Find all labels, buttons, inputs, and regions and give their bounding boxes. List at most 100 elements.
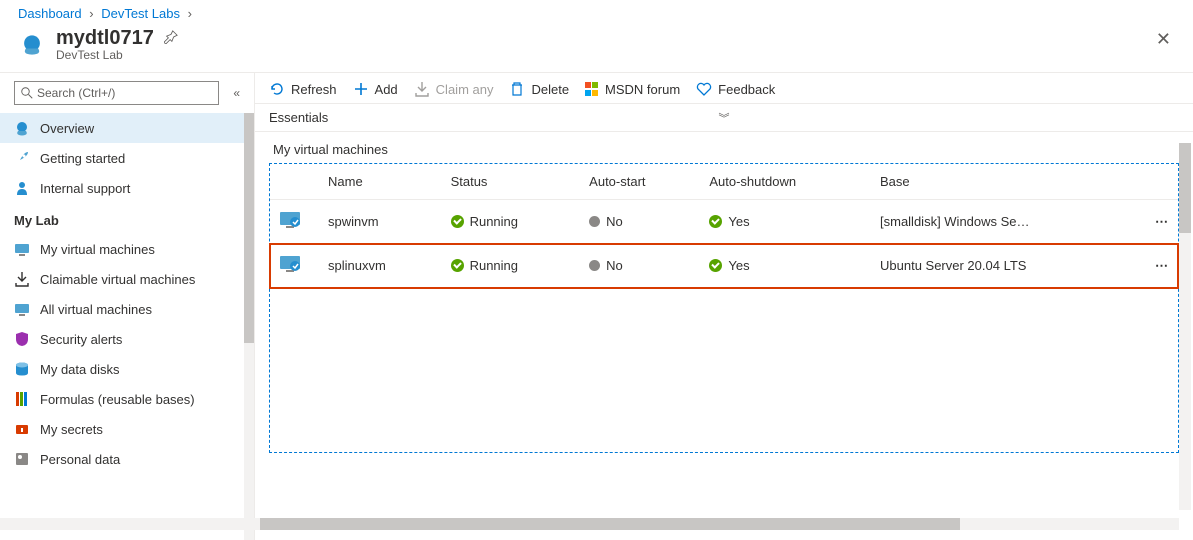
refresh-button[interactable]: Refresh [269, 81, 337, 97]
sidebar-item-overview[interactable]: Overview [0, 113, 254, 143]
sidebar-item-formulas[interactable]: Formulas (reusable bases) [0, 384, 254, 414]
essentials-bar[interactable]: Essentials ︾ [255, 103, 1193, 132]
refresh-icon [269, 81, 285, 97]
table-row[interactable]: splinuxvm Running No Yes Ubuntu Server 2… [270, 244, 1178, 288]
main-content: Refresh Add Claim any Delete MSDN forum [255, 73, 1193, 540]
chevron-right-icon: › [89, 6, 93, 21]
vm-table: Name Status Auto-start Auto-shutdown Bas… [270, 164, 1178, 288]
download-icon [14, 271, 30, 287]
feedback-button[interactable]: Feedback [696, 81, 775, 97]
status-dot-icon [589, 260, 600, 271]
page-subtitle: DevTest Lab [56, 48, 178, 62]
sidebar-item-label: My secrets [40, 422, 103, 437]
status-running-icon [451, 259, 464, 272]
close-icon[interactable]: ✕ [1156, 29, 1171, 50]
essentials-label: Essentials [269, 110, 328, 125]
search-placeholder: Search (Ctrl+/) [37, 86, 115, 100]
microsoft-logo-icon [585, 82, 599, 96]
support-icon [14, 180, 30, 196]
column-header[interactable]: Status [443, 164, 582, 200]
sidebar-item-label: My virtual machines [40, 242, 155, 257]
table-row[interactable]: spwinvm Running No Yes [smalldisk] Windo… [270, 200, 1178, 244]
breadcrumb-link[interactable]: Dashboard [18, 6, 82, 21]
sidebar-item-all-vms[interactable]: All virtual machines [0, 294, 254, 324]
download-icon [414, 81, 430, 97]
sidebar-item-personal-data[interactable]: Personal data [0, 444, 254, 474]
column-header[interactable]: Base [872, 164, 1147, 200]
sidebar-item-my-vms[interactable]: My virtual machines [0, 234, 254, 264]
claim-any-button: Claim any [414, 81, 494, 97]
sidebar-section-my-lab: My Lab [0, 203, 254, 234]
vm-name: splinuxvm [320, 244, 443, 288]
status-running-icon [451, 215, 464, 228]
sidebar-item-label: Personal data [40, 452, 120, 467]
sidebar-item-data-disks[interactable]: My data disks [0, 354, 254, 384]
column-header[interactable]: Name [320, 164, 443, 200]
overview-icon [14, 120, 30, 136]
add-button[interactable]: Add [353, 81, 398, 97]
vm-autoshutdown: Yes [728, 258, 749, 273]
sidebar-item-claimable-vms[interactable]: Claimable virtual machines [0, 264, 254, 294]
vm-autoshutdown: Yes [728, 214, 749, 229]
vm-table-container: Name Status Auto-start Auto-shutdown Bas… [269, 163, 1179, 453]
row-actions-button[interactable]: ⋯ [1147, 200, 1178, 244]
breadcrumb-link[interactable]: DevTest Labs [101, 6, 180, 21]
rocket-icon [14, 150, 30, 166]
toolbar-label: Delete [531, 82, 569, 97]
sidebar-item-label: Claimable virtual machines [40, 272, 195, 287]
sidebar-item-security-alerts[interactable]: Security alerts [0, 324, 254, 354]
chevron-right-icon: › [188, 6, 192, 21]
heart-icon [696, 81, 712, 97]
toolbar: Refresh Add Claim any Delete MSDN forum [255, 73, 1193, 103]
sidebar-item-internal-support[interactable]: Internal support [0, 173, 254, 203]
vm-status: Running [470, 258, 518, 273]
vm-base: [smalldisk] Windows Se… [872, 200, 1147, 244]
secret-icon [14, 421, 30, 437]
sidebar-item-getting-started[interactable]: Getting started [0, 143, 254, 173]
sidebar: Search (Ctrl+/) « Overview Getting start… [0, 73, 255, 540]
sidebar-item-label: Internal support [40, 181, 130, 196]
disk-icon [14, 361, 30, 377]
toolbar-label: Feedback [718, 82, 775, 97]
trash-icon [509, 81, 525, 97]
toolbar-label: Add [375, 82, 398, 97]
status-dot-icon [589, 216, 600, 227]
sidebar-item-label: Formulas (reusable bases) [40, 392, 195, 407]
vm-icon [14, 241, 30, 257]
sidebar-item-secrets[interactable]: My secrets [0, 414, 254, 444]
vm-autostart: No [606, 214, 623, 229]
row-actions-button[interactable]: ⋯ [1147, 244, 1178, 288]
personal-icon [14, 451, 30, 467]
status-yes-icon [709, 259, 722, 272]
collapse-sidebar-icon[interactable]: « [227, 84, 246, 102]
page-header: mydtl0717 DevTest Lab ✕ [0, 23, 1193, 72]
vm-icon [278, 208, 302, 232]
vm-base: Ubuntu Server 20.04 LTS [872, 244, 1147, 288]
page-title: mydtl0717 [56, 27, 154, 50]
shield-icon [14, 331, 30, 347]
scrollbar-thumb[interactable] [244, 113, 254, 343]
status-yes-icon [709, 215, 722, 228]
delete-button[interactable]: Delete [509, 81, 569, 97]
chevron-down-icon: ︾ [719, 110, 730, 126]
vm-autostart: No [606, 258, 623, 273]
sidebar-item-label: Overview [40, 121, 94, 136]
column-header[interactable]: Auto-start [581, 164, 701, 200]
scrollbar-thumb[interactable] [260, 518, 960, 530]
vm-icon [278, 252, 302, 276]
formula-icon [14, 391, 30, 407]
msdn-forum-button[interactable]: MSDN forum [585, 82, 680, 97]
sidebar-item-label: My data disks [40, 362, 119, 377]
sidebar-item-label: Security alerts [40, 332, 122, 347]
breadcrumb: Dashboard › DevTest Labs › [0, 0, 1193, 23]
toolbar-label: Refresh [291, 82, 337, 97]
sidebar-item-label: Getting started [40, 151, 125, 166]
search-icon [21, 87, 33, 99]
search-input[interactable]: Search (Ctrl+/) [14, 81, 219, 105]
scrollbar-thumb[interactable] [1179, 143, 1191, 233]
column-header[interactable]: Auto-shutdown [701, 164, 872, 200]
section-title: My virtual machines [269, 142, 1179, 157]
pin-icon[interactable] [164, 30, 178, 47]
devtest-lab-icon [18, 31, 46, 59]
toolbar-label: MSDN forum [605, 82, 680, 97]
